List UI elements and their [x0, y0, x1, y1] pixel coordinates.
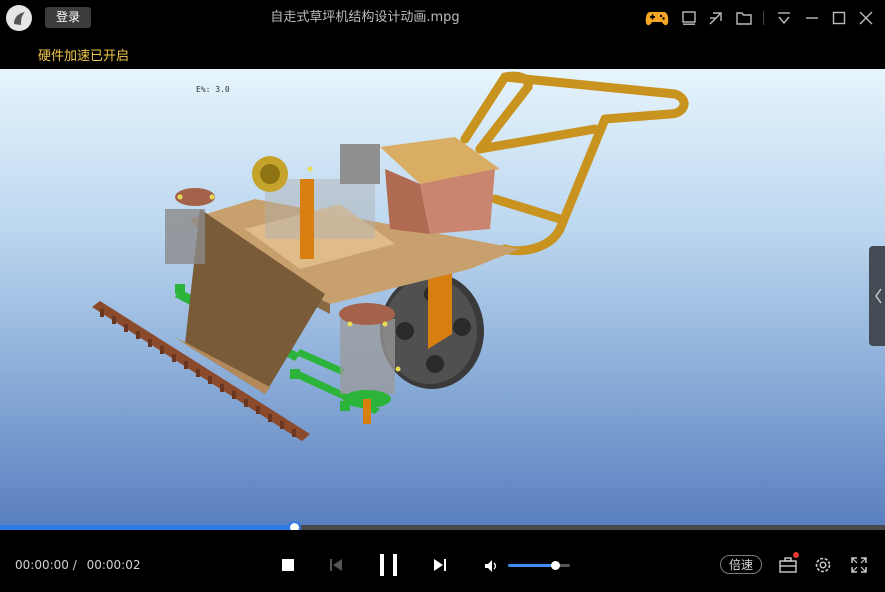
previous-icon[interactable]: [328, 557, 344, 577]
side-panel-toggle[interactable]: [869, 246, 885, 346]
total-time: 00:00:02: [86, 558, 141, 572]
video-viewport[interactable]: E%: 3.0: [0, 69, 885, 525]
folder-icon[interactable]: [735, 9, 753, 27]
stop-button[interactable]: [280, 557, 296, 577]
menu-icon[interactable]: [775, 9, 793, 27]
hw-accel-text: 硬件加速已开启: [38, 49, 130, 64]
control-bar: 00:00:00 / 00:00:02 倍速: [0, 530, 885, 592]
current-time: 00:00:00 /: [15, 558, 77, 572]
window-title: 自走式草坪机结构设计动画.mpg: [270, 10, 460, 25]
next-icon[interactable]: [432, 557, 448, 577]
fullscreen-icon[interactable]: [849, 555, 869, 579]
login-button[interactable]: 登录: [45, 7, 91, 28]
volume-level: [508, 564, 556, 567]
volume-icon[interactable]: [483, 558, 499, 578]
divider: [763, 11, 764, 25]
notification-dot: [793, 552, 799, 558]
close-icon[interactable]: [857, 9, 875, 27]
game-icon[interactable]: [645, 9, 669, 27]
app-logo-icon[interactable]: [6, 5, 32, 31]
lawnmower-3d-render: [92, 71, 689, 441]
settings-gear-icon[interactable]: [813, 555, 833, 579]
time-display: 00:00:00 / 00:00:02: [15, 558, 141, 572]
toolbox-icon[interactable]: [778, 555, 798, 579]
title-bar: 登录 自走式草坪机结构设计动画.mpg: [0, 0, 885, 36]
hw-accel-banner: [0, 36, 885, 69]
minimize-icon[interactable]: [803, 9, 821, 27]
speed-button[interactable]: 倍速: [720, 555, 762, 574]
maximize-icon[interactable]: [830, 9, 848, 27]
mini-mode-icon[interactable]: [680, 9, 698, 27]
volume-thumb[interactable]: [551, 561, 561, 570]
pause-button[interactable]: [378, 553, 400, 581]
screencast-icon[interactable]: [707, 9, 725, 27]
volume-slider[interactable]: [508, 561, 570, 570]
